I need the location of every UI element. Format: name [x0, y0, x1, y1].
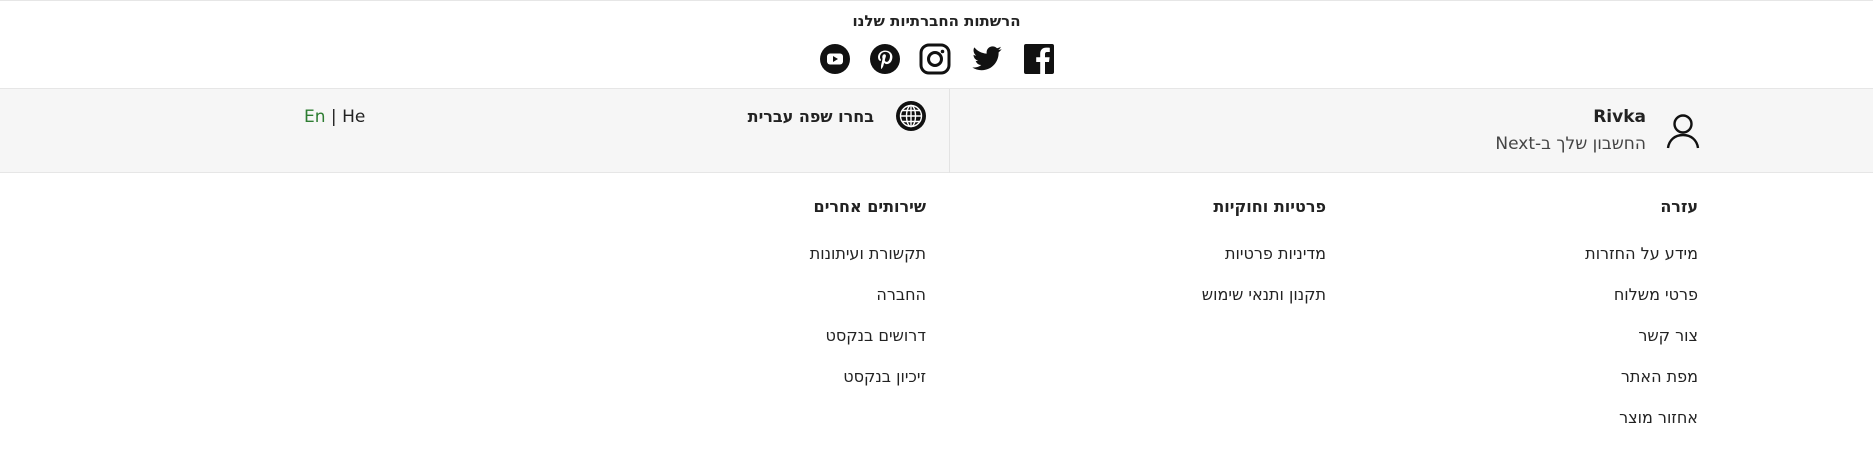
footer-column-privacy: פרטיות וחוקיות מדיניות פרטיות תקנון ותנא…	[1202, 197, 1326, 325]
footer-link[interactable]: אחזור מוצר	[1585, 407, 1698, 448]
social-icons-row	[0, 43, 1873, 75]
footer-link[interactable]: החברה	[810, 284, 926, 325]
footer-link[interactable]: זיכיון בנקסט	[810, 366, 926, 407]
footer-link[interactable]: פרטי משלוח	[1585, 284, 1698, 325]
column-heading: פרטיות וחוקיות	[1213, 197, 1326, 216]
column-heading: עזרה	[1660, 197, 1698, 216]
language-label: בחרו שפה עברית	[747, 107, 874, 126]
footer-link[interactable]: תקשורת ועיתונות	[810, 243, 926, 284]
language-he-link[interactable]: He	[342, 107, 365, 127]
globe-icon	[895, 100, 927, 132]
vertical-divider	[949, 89, 950, 173]
account-subtitle[interactable]: החשבון שלך ב-Next	[1495, 134, 1646, 154]
footer-link[interactable]: מדיניות פרטיות	[1202, 243, 1326, 284]
account-language-bar: Rivka החשבון שלך ב-Next בחרו שפה עברית E…	[0, 89, 1873, 173]
social-section: הרשתות החברתיות שלנו	[0, 0, 1873, 89]
footer-link[interactable]: דרושים בנקסט	[810, 325, 926, 366]
language-separator: |	[330, 107, 337, 127]
footer-link[interactable]: צור קשר	[1585, 325, 1698, 366]
footer-link[interactable]: מפת האתר	[1585, 366, 1698, 407]
footer-column-help: עזרה מידע על החזרות פרטי משלוח צור קשר מ…	[1585, 197, 1698, 448]
instagram-icon[interactable]	[919, 43, 951, 75]
language-en-link[interactable]: En	[304, 107, 326, 127]
footer-link[interactable]: תקנון ותנאי שימוש	[1202, 284, 1326, 325]
user-icon[interactable]	[1666, 113, 1700, 149]
language-switcher: En | He	[304, 107, 365, 127]
youtube-icon[interactable]	[819, 43, 851, 75]
footer-link[interactable]: מידע על החזרות	[1585, 243, 1698, 284]
footer-links: עזרה מידע על החזרות פרטי משלוח צור קשר מ…	[0, 173, 1873, 458]
social-title: הרשתות החברתיות שלנו	[852, 12, 1021, 30]
column-heading: שירותים אחרים	[813, 197, 926, 216]
footer-column-other-services: שירותים אחרים תקשורת ועיתונות החברה דרוש…	[810, 197, 926, 407]
pinterest-icon[interactable]	[869, 43, 901, 75]
account-name[interactable]: Rivka	[1593, 107, 1646, 127]
twitter-icon[interactable]	[969, 43, 1005, 75]
facebook-icon[interactable]	[1023, 43, 1055, 75]
